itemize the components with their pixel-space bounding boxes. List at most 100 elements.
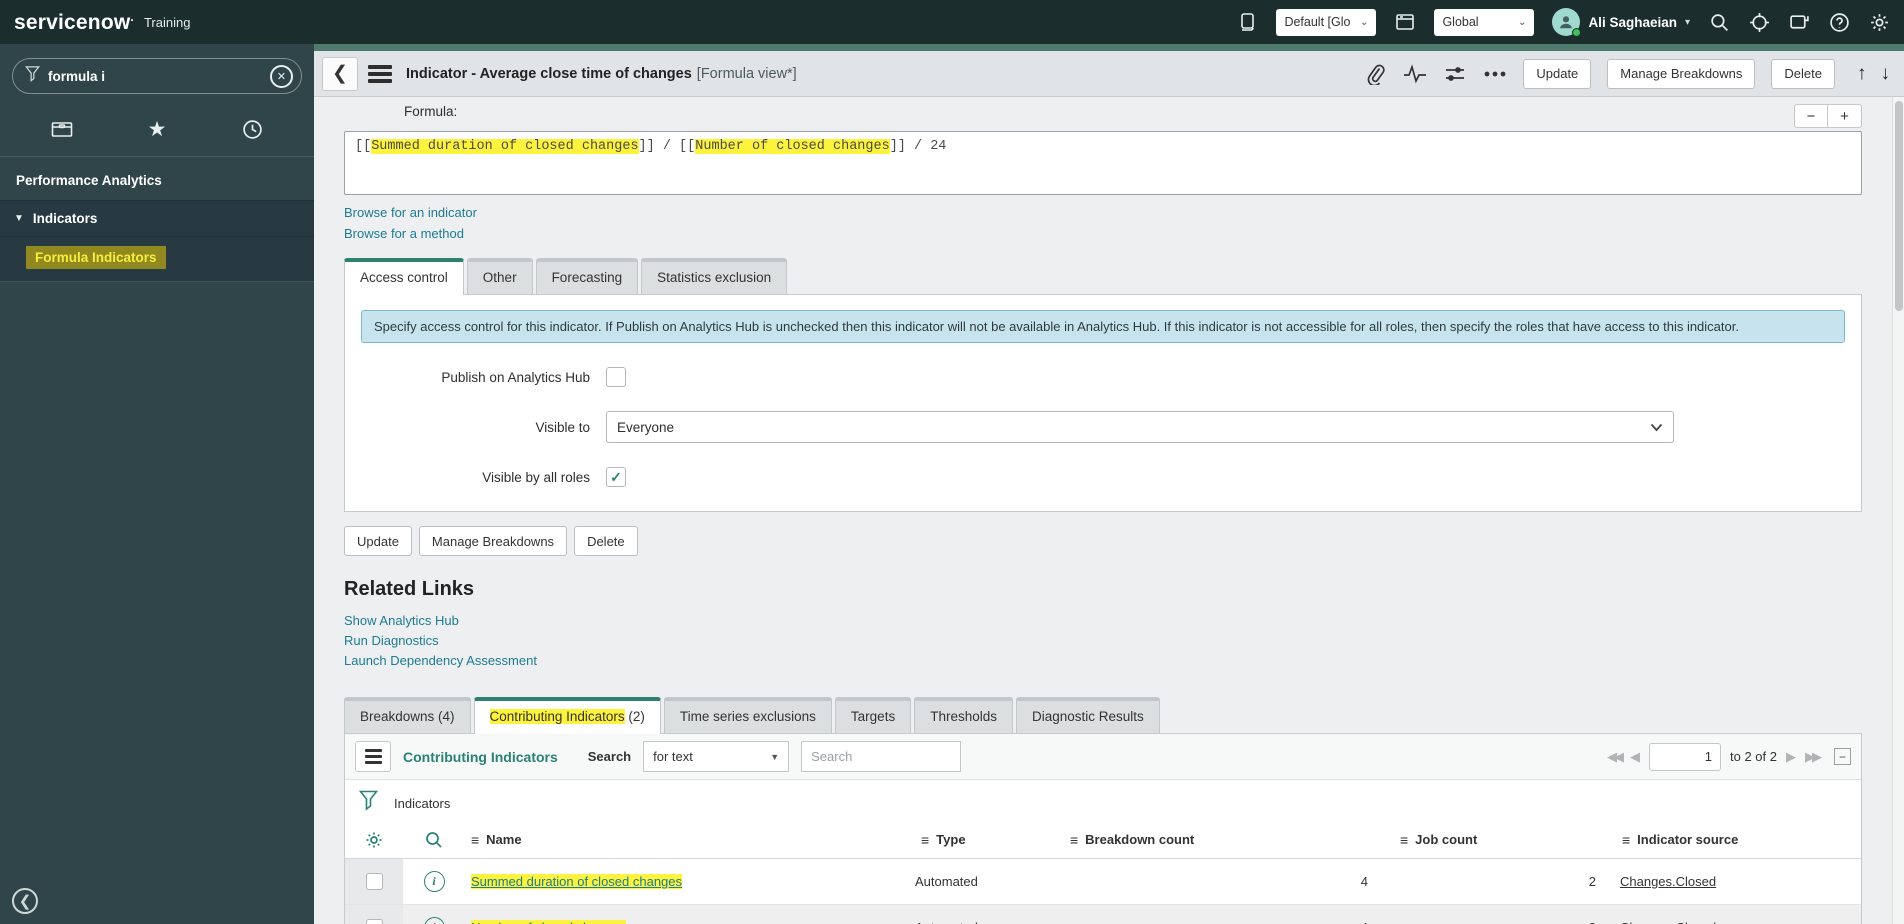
scrollbar-thumb[interactable]	[1895, 101, 1903, 311]
run-diagnostics-link[interactable]: Run Diagnostics	[344, 631, 1862, 651]
formula-field[interactable]: [[Summed duration of closed changes]] / …	[344, 131, 1862, 195]
tab-label: Contributing Indicators	[489, 709, 625, 724]
update-set-value: Default [Glo	[1284, 15, 1351, 29]
column-menu-icon[interactable]: ≡	[471, 832, 479, 848]
related-list-tab-breakdowns-4[interactable]: Breakdowns (4)	[344, 697, 471, 733]
form-title: Indicator - Average close time of change…	[406, 65, 797, 82]
previous-page-icon[interactable]: ◀	[1630, 749, 1640, 765]
column-label: Breakdown count	[1085, 832, 1195, 847]
visible-all-roles-checkbox[interactable]: ✓	[606, 467, 626, 487]
vertical-scrollbar[interactable]	[1892, 97, 1904, 924]
related-list-tab-contributing-indicators[interactable]: Contributing Indicators (2)	[473, 697, 661, 734]
column-menu-icon[interactable]: ≡	[1622, 832, 1630, 848]
attachment-icon[interactable]	[1363, 62, 1387, 86]
collapse-list-icon[interactable]: −	[1834, 748, 1851, 765]
indicator-source-link[interactable]: Changes.Closed	[1620, 874, 1716, 889]
related-list-tab-targets[interactable]: Targets	[834, 697, 912, 733]
row-checkbox[interactable]	[365, 919, 383, 924]
visible-all-roles-label: Visible by all roles	[482, 469, 590, 485]
collapse-all-sections-button[interactable]: −	[1794, 104, 1828, 128]
next-record-icon[interactable]: ↓	[1881, 63, 1891, 85]
page-number-input[interactable]	[1649, 742, 1722, 771]
last-page-icon[interactable]: ▶▶	[1805, 749, 1822, 765]
first-page-icon[interactable]: ◀◀	[1607, 749, 1624, 765]
manage-breakdowns-button[interactable]: Manage Breakdowns	[1607, 58, 1756, 89]
help-icon[interactable]	[1828, 11, 1850, 33]
expand-all-sections-button[interactable]: +	[1828, 104, 1862, 128]
delete-button[interactable]: Delete	[574, 526, 638, 556]
publish-checkbox[interactable]	[606, 367, 626, 387]
user-menu[interactable]: Ali Saghaeian ▾	[1552, 8, 1690, 37]
indicator-name-link[interactable]: Number of closed changes	[471, 920, 626, 924]
more-options-icon[interactable]	[1483, 62, 1507, 86]
job-count-cell: 2	[1394, 920, 1616, 924]
next-page-icon[interactable]: ▶	[1786, 749, 1796, 765]
list-search-icon[interactable]	[403, 830, 465, 850]
chat-icon[interactable]	[1788, 11, 1810, 33]
form-view-icon[interactable]	[1394, 11, 1416, 33]
favorites-icon[interactable]: ★	[142, 116, 172, 142]
browse-method-link[interactable]: Browse for a method	[344, 226, 1862, 241]
list-context-menu-icon[interactable]	[355, 741, 391, 772]
list-pagination: ◀◀ ◀ to 2 of 2 ▶ ▶▶ −	[1607, 742, 1851, 771]
update-button[interactable]: Update	[344, 526, 412, 556]
gear-icon[interactable]	[1868, 11, 1890, 33]
chevron-down-icon: ▼	[14, 213, 24, 224]
related-list-tabs: Breakdowns (4) Contributing Indicators (2…	[344, 697, 1862, 734]
activity-stream-icon[interactable]	[1403, 62, 1427, 86]
tab-access-control[interactable]: Access control	[344, 258, 464, 295]
avatar	[1552, 8, 1582, 37]
application-scope-value: Global	[1442, 15, 1479, 29]
breakdown-count-cell: 4	[1360, 874, 1368, 889]
related-list-tab-time-series-exclusions[interactable]: Time series exclusions	[663, 697, 832, 733]
formula-label: Formula:	[404, 104, 458, 119]
form-tabs: Access control Other Forecasting Statistics…	[344, 258, 1862, 295]
column-menu-icon[interactable]: ≡	[1070, 832, 1078, 848]
indicator-source-link[interactable]: Changes.Closed	[1620, 920, 1716, 924]
delete-button[interactable]: Delete	[1771, 58, 1835, 89]
column-label: Name	[486, 832, 522, 847]
all-applications-icon[interactable]	[47, 116, 77, 142]
browse-indicator-link[interactable]: Browse for an indicator	[344, 205, 1862, 220]
chevron-down-icon	[1650, 423, 1663, 431]
visible-to-select[interactable]: Everyone	[606, 411, 1674, 443]
form-context-menu-icon[interactable]	[368, 64, 392, 83]
servicenow-logo[interactable]: servicenow.	[14, 10, 134, 35]
related-list-tab-diagnostic-results[interactable]: Diagnostic Results	[1016, 697, 1160, 733]
update-button[interactable]: Update	[1523, 58, 1592, 89]
clear-search-icon[interactable]: ✕	[270, 64, 293, 88]
previous-record-icon[interactable]: ↑	[1857, 63, 1867, 85]
accent-strip	[314, 44, 1904, 51]
launch-dependency-assessment-link[interactable]: Launch Dependency Assessment	[344, 651, 1862, 671]
list-search-input[interactable]	[801, 741, 962, 772]
navigator-search-input[interactable]	[48, 68, 262, 84]
back-button[interactable]: ❮	[322, 56, 358, 91]
manage-breakdowns-button[interactable]: Manage Breakdowns	[418, 526, 568, 556]
record-preview-icon[interactable]: i	[423, 871, 445, 892]
personalize-form-icon[interactable]	[1443, 62, 1467, 86]
target-icon[interactable]	[1748, 11, 1770, 33]
related-list-tab-thresholds[interactable]: Thresholds	[914, 697, 1013, 733]
sidebar-item-formula-indicators[interactable]: Formula Indicators	[26, 246, 166, 269]
list-personalize-icon[interactable]	[345, 830, 403, 850]
global-search-icon[interactable]	[1708, 11, 1730, 33]
list-filter-icon[interactable]	[358, 790, 379, 817]
indicator-name-link[interactable]: Summed duration of closed changes	[471, 874, 683, 889]
sidebar-toggle-button[interactable]: ❮	[12, 888, 38, 914]
sidebar-section-indicators[interactable]: ▼ Indicators	[0, 200, 314, 237]
tab-label: Access control	[360, 270, 448, 285]
history-icon[interactable]	[237, 116, 267, 142]
tab-forecasting[interactable]: Forecasting	[535, 258, 639, 294]
tab-statistics-exclusion[interactable]: Statistics exclusion	[641, 258, 788, 294]
record-preview-icon[interactable]: i	[423, 917, 445, 924]
update-set-picker[interactable]: Default [Glo ⌄	[1276, 8, 1377, 36]
sidebars-icon[interactable]	[1236, 11, 1258, 33]
formula-highlighted-term: Number of closed changes	[695, 139, 890, 154]
column-menu-icon[interactable]: ≡	[921, 832, 929, 848]
tab-other[interactable]: Other	[466, 258, 533, 294]
column-menu-icon[interactable]: ≡	[1400, 832, 1408, 848]
application-picker[interactable]: Global ⌄	[1434, 8, 1535, 36]
row-checkbox[interactable]	[365, 873, 383, 890]
show-analytics-hub-link[interactable]: Show Analytics Hub	[344, 611, 1862, 631]
search-type-select[interactable]: for text ▼	[643, 741, 790, 772]
